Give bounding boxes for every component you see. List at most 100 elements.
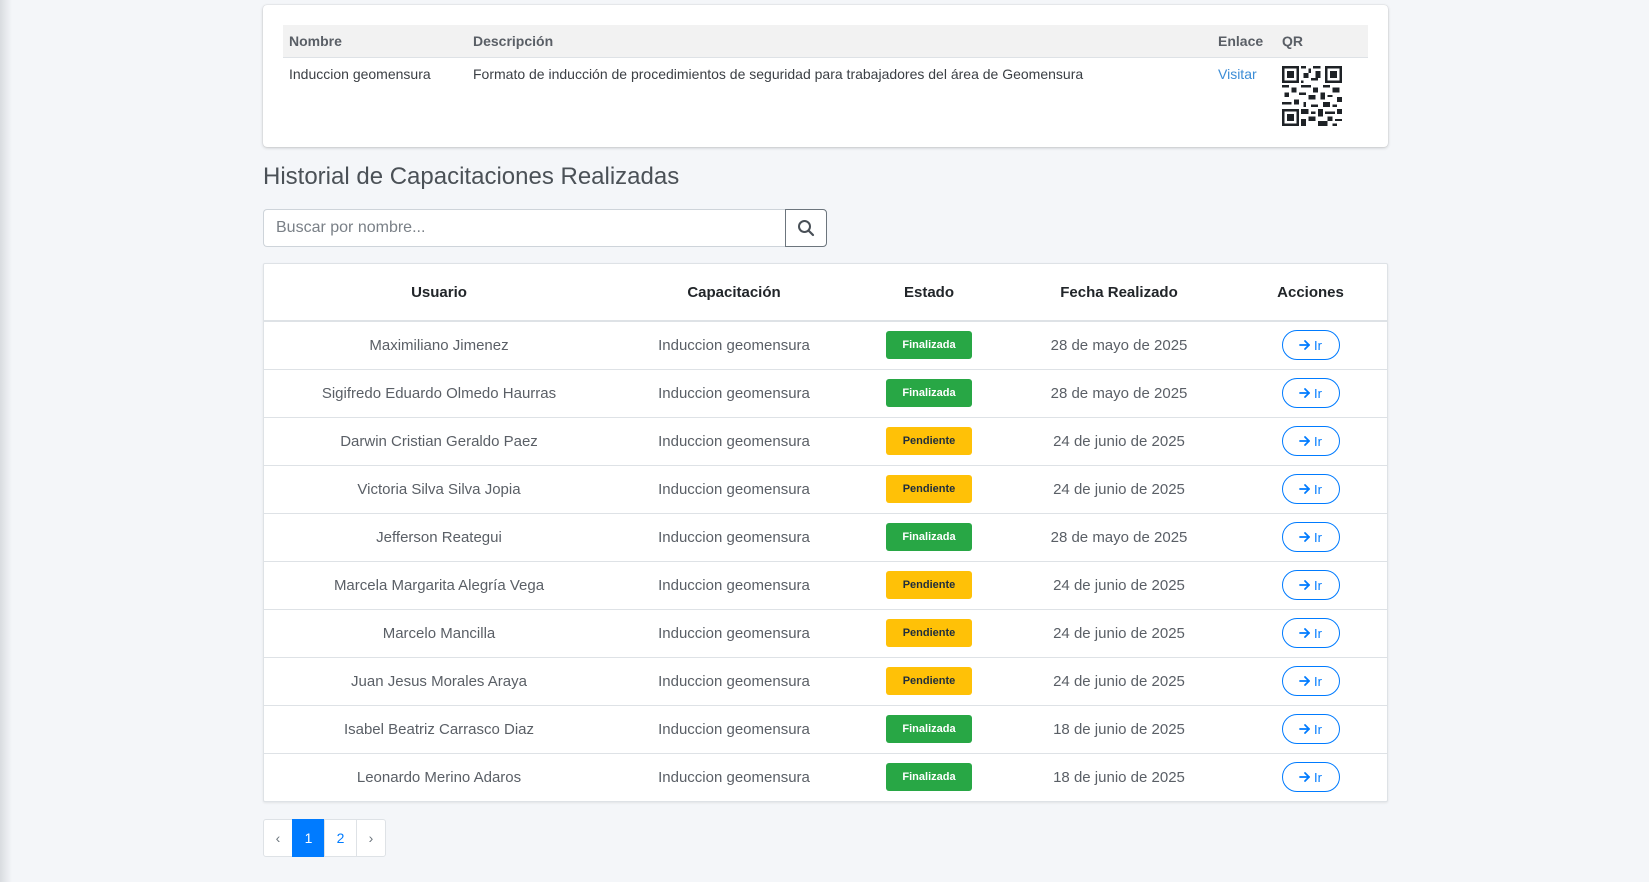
table-row: Isabel Beatriz Carrasco Diaz Induccion ge… xyxy=(264,704,1387,753)
ir-label: Ir xyxy=(1314,337,1322,353)
col-nombre: Nombre xyxy=(283,25,467,58)
row-capacitacion: Induccion geomensura xyxy=(614,608,854,657)
table-row: Marcela Margarita Alegría Vega Induccion … xyxy=(264,560,1387,609)
row-acciones: Ir xyxy=(1234,368,1387,417)
row-estado: Finalizada xyxy=(854,321,1004,369)
status-badge: Pendiente xyxy=(886,571,972,599)
arrow-right-icon xyxy=(1299,772,1310,783)
historial-card: Usuario Capacitación Estado Fecha Realiz… xyxy=(263,263,1388,802)
formato-nombre: Induccion geomensura xyxy=(289,65,431,82)
table-row: Jefferson Reategui Induccion geomensura Fi… xyxy=(264,512,1387,561)
ir-label: Ir xyxy=(1314,385,1322,401)
row-usuario: Leonardo Merino Adaros xyxy=(264,752,614,801)
ir-label: Ir xyxy=(1314,577,1322,593)
row-estado: Pendiente xyxy=(854,656,1004,705)
row-capacitacion: Induccion geomensura xyxy=(614,368,854,417)
ir-button[interactable]: Ir xyxy=(1281,522,1340,552)
search-button[interactable] xyxy=(785,209,827,247)
ir-button[interactable]: Ir xyxy=(1281,378,1340,408)
row-capacitacion: Induccion geomensura xyxy=(614,464,854,513)
status-badge: Pendiente xyxy=(886,427,972,455)
historial-body: Maximiliano Jimenez Induccion geomensura F… xyxy=(264,321,1387,801)
arrow-right-icon xyxy=(1299,580,1310,590)
status-badge: Pendiente xyxy=(886,619,972,647)
row-acciones: Ir xyxy=(1234,656,1387,705)
row-estado: Pendiente xyxy=(854,464,1004,513)
row-estado: Pendiente xyxy=(854,608,1004,657)
table-row: Victoria Silva Silva Jopia Induccion geom… xyxy=(264,464,1387,513)
row-acciones: Ir xyxy=(1234,321,1387,369)
ir-button[interactable]: Ir xyxy=(1281,714,1340,744)
row-fecha: 28 de mayo de 2025 xyxy=(1004,512,1234,561)
table-row: Juan Jesus Morales Araya Induccion geomen… xyxy=(264,656,1387,705)
section-title: Historial de Capacitaciones Realizadas xyxy=(263,163,680,190)
row-usuario: Juan Jesus Morales Araya xyxy=(264,656,614,705)
sidebar-edge-shadow xyxy=(0,0,12,882)
row-fecha: 24 de junio de 2025 xyxy=(1004,560,1234,609)
search-input[interactable] xyxy=(263,209,785,247)
pagination-next[interactable]: › xyxy=(356,819,386,857)
col-descripcion: Descripción xyxy=(467,25,1212,58)
row-acciones: Ir xyxy=(1234,608,1387,657)
arrow-right-icon xyxy=(1299,484,1310,494)
pagination-page-1[interactable]: 1 xyxy=(292,819,325,857)
col-qr: QR xyxy=(1276,25,1368,58)
arrow-right-icon xyxy=(1299,532,1310,542)
ir-button[interactable]: Ir xyxy=(1281,762,1340,793)
col-estado: Estado xyxy=(854,264,1004,322)
row-usuario: Isabel Beatriz Carrasco Diaz xyxy=(264,704,614,753)
ir-label: Ir xyxy=(1314,529,1322,545)
ir-button[interactable]: Ir xyxy=(1281,666,1340,696)
ir-button[interactable]: Ir xyxy=(1281,570,1340,600)
ir-button[interactable]: Ir xyxy=(1281,474,1340,504)
search-group xyxy=(263,209,827,247)
col-usuario: Usuario xyxy=(264,264,614,322)
col-capacitacion: Capacitación xyxy=(614,264,854,322)
ir-label: Ir xyxy=(1314,673,1322,689)
pagination-prev[interactable]: ‹ xyxy=(263,819,293,857)
row-capacitacion: Induccion geomensura xyxy=(614,704,854,753)
row-usuario: Maximiliano Jimenez xyxy=(369,336,509,354)
pagination-page-2[interactable]: 2 xyxy=(324,819,357,857)
row-acciones: Ir xyxy=(1234,416,1387,465)
row-capacitacion: Induccion geomensura xyxy=(614,752,854,801)
col-enlace: Enlace xyxy=(1212,25,1276,58)
status-badge: Finalizada xyxy=(886,715,972,743)
row-fecha: 28 de mayo de 2025 xyxy=(1050,336,1188,354)
row-usuario: Marcelo Mancilla xyxy=(264,608,614,657)
table-row: Darwin Cristian Geraldo Paez Induccion ge… xyxy=(264,416,1387,465)
row-fecha: 24 de junio de 2025 xyxy=(1004,416,1234,465)
arrow-right-icon xyxy=(1299,724,1310,734)
row-capacitacion: Induccion geomensura xyxy=(658,336,810,354)
row-usuario: Darwin Cristian Geraldo Paez xyxy=(264,416,614,465)
arrow-right-icon xyxy=(1299,628,1310,638)
formato-card: Nombre Descripción Enlace QR Induccion g… xyxy=(263,5,1388,147)
row-estado: Finalizada xyxy=(854,368,1004,417)
qr-code-icon xyxy=(1282,65,1342,126)
row-acciones: Ir xyxy=(1234,464,1387,513)
row-estado: Pendiente xyxy=(854,416,1004,465)
ir-button[interactable]: Ir xyxy=(1281,426,1340,456)
row-fecha: 24 de junio de 2025 xyxy=(1004,608,1234,657)
status-badge: Finalizada xyxy=(886,523,972,551)
row-estado: Finalizada xyxy=(854,704,1004,753)
arrow-right-icon xyxy=(1299,388,1310,398)
row-usuario: Marcela Margarita Alegría Vega xyxy=(264,560,614,609)
row-fecha: 18 de junio de 2025 xyxy=(1004,752,1234,801)
row-usuario: Victoria Silva Silva Jopia xyxy=(264,464,614,513)
row-estado: Finalizada xyxy=(854,752,1004,801)
arrow-right-icon xyxy=(1299,436,1310,446)
arrow-right-icon xyxy=(1299,340,1310,351)
table-row: Maximiliano Jimenez Induccion geomensura F… xyxy=(264,321,1387,369)
ir-button[interactable]: Ir xyxy=(1281,330,1340,361)
table-row: Sigifredo Eduardo Olmedo Haurras Induccio… xyxy=(264,368,1387,417)
ir-button[interactable]: Ir xyxy=(1281,618,1340,648)
visitar-link[interactable]: Visitar xyxy=(1218,66,1257,82)
ir-label: Ir xyxy=(1314,625,1322,641)
col-acciones: Acciones xyxy=(1234,264,1387,322)
row-acciones: Ir xyxy=(1234,704,1387,753)
row-usuario: Jefferson Reategui xyxy=(264,512,614,561)
ir-label: Ir xyxy=(1314,481,1322,497)
row-estado: Finalizada xyxy=(854,512,1004,561)
row-acciones: Ir xyxy=(1234,752,1387,801)
